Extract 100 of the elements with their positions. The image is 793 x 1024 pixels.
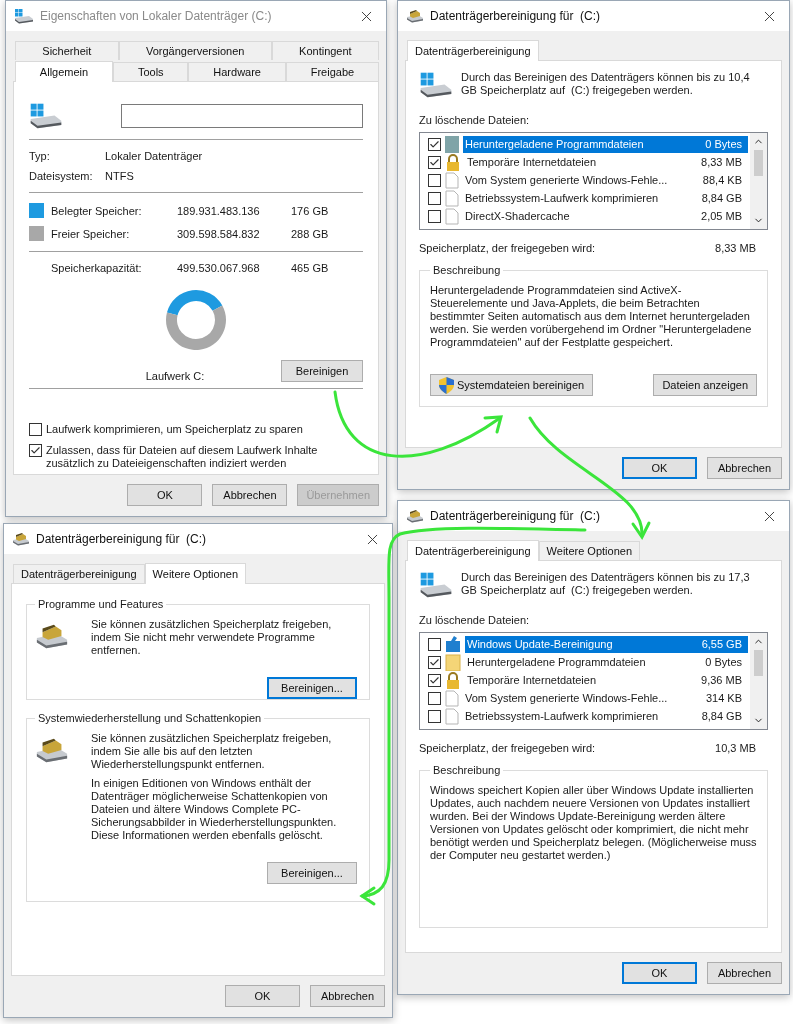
list-item[interactable]: Betriebssystem-Laufwerk komprimieren 8,84 GB (463, 707, 748, 725)
elevated-button[interactable]: Systemdateien bereinigen (430, 374, 594, 396)
checkbox[interactable] (428, 637, 441, 651)
group-title: Beschreibung (432, 264, 502, 277)
file-icon (445, 689, 459, 707)
file-name: DirectX-Shadercache (465, 210, 570, 223)
file-name: Temporäre Internetdateien (467, 156, 597, 169)
checkbox-label: Zulassen, dass für Dateien auf diesem Laufwerk Inhalte zusätzlich zu Dateieigenschaften indiziert werden (46, 444, 319, 470)
scroll-thumb[interactable] (754, 150, 763, 177)
dialog-button[interactable]: Abbrechen (212, 484, 288, 506)
file-name: Temporäre Internetdateien (467, 674, 597, 687)
dialog-button[interactable]: OK (622, 457, 697, 479)
size-value: 288 GB (291, 227, 330, 240)
checkbox[interactable] (428, 691, 441, 705)
cleanup-button[interactable]: Bereinigen... (267, 677, 357, 699)
freed-value: 10,3 MB (715, 742, 756, 755)
file-size: 9,36 MB (701, 674, 742, 687)
cleanup-icon (406, 9, 424, 23)
tab[interactable]: Datenträgerbereinigung (13, 564, 145, 583)
intro-text: Durch das Bereinigen des Datenträgers können bis zu 17,3 GB Speicherplatz auf (C:) freigegeben werden. (461, 571, 751, 597)
file-size: 0 Bytes (705, 138, 742, 151)
tab[interactable]: Sicherheit (15, 41, 119, 60)
checkbox-label: Laufwerk komprimieren, um Speicherplatz zu sparen (46, 423, 303, 436)
group-title: Systemwiederherstellung und Schattenkopien (37, 712, 263, 724)
checkbox[interactable] (428, 137, 441, 151)
dialog-button[interactable]: Abbrechen (707, 962, 782, 984)
checkbox[interactable] (428, 209, 441, 223)
drive-icon (14, 8, 34, 24)
section-label: Zu löschende Dateien: (419, 614, 531, 627)
file-size: 0 Bytes (705, 656, 742, 669)
tab[interactable]: Weitere Optionen (538, 541, 640, 560)
group-title: Programme und Features (37, 598, 165, 610)
field-label: Freier Speicher: (51, 227, 131, 240)
checkbox[interactable] (29, 423, 42, 436)
file-size: 88,4 KB (702, 174, 742, 187)
dialog-button[interactable]: Abbrechen (707, 457, 782, 479)
cleanup-button[interactable]: Bereinigen... (267, 862, 357, 884)
file-icon (445, 207, 459, 225)
tab[interactable]: Allgemein (15, 61, 114, 82)
action-button[interactable]: Dateien anzeigen (653, 374, 757, 396)
drive-icon (419, 571, 453, 599)
file-size: 314 KB (705, 692, 742, 705)
window-title: Datenträgerbereinigung für (C:) (430, 9, 602, 23)
field-value: Lokaler Datenträger (105, 150, 204, 163)
byte-count: 309.598.584.832 (177, 227, 261, 240)
info-text: Sie können zusätzlichen Speicherplatz freigeben, indem Sie alle bis auf den letzten Wiederherstellungspunkt entfernen. (91, 732, 333, 771)
dialog-button[interactable]: OK (622, 962, 697, 984)
list-item[interactable]: Windows Update-Bereinigung 6,55 GB (465, 635, 748, 653)
tab[interactable]: Datenträgerbereinigung (407, 40, 539, 61)
cleanup-icon (12, 532, 30, 546)
shield-icon (439, 376, 454, 394)
scrollbar[interactable] (750, 133, 767, 230)
tab[interactable]: Hardware (188, 62, 286, 81)
dialog-button[interactable]: OK (225, 985, 300, 1007)
checkbox[interactable] (428, 173, 441, 187)
list-item[interactable]: Heruntergeladene Programmdateien 0 Bytes (465, 653, 748, 671)
file-name: Betriebssystem-Laufwerk komprimieren (465, 192, 659, 205)
list-item[interactable]: Vom System generierte Windows-Fehle... 88,4 KB (463, 171, 748, 189)
scroll-thumb[interactable] (754, 650, 763, 677)
window-title: Datenträgerbereinigung für (C:) (36, 532, 208, 546)
file-name: Heruntergeladene Programmdateien (467, 656, 646, 669)
description-text: Windows speichert Kopien aller über Windows Update installierten Updates, auch nachdem neuere Versionen von Updates installiert wurden. Bei der Windows Update-Bereinigung werden ältere Versionen von Updates gelöscht oder komprimiert, die nicht mehr benötigt werden und Speicherplatz belegen. (Möglicherweise muss der Computer neu gestartet werden.) (430, 784, 757, 863)
field-label: Typ: (29, 150, 51, 163)
cleanup-button[interactable]: Bereinigen (281, 360, 363, 383)
list-item[interactable]: Temporäre Internetdateien 9,36 MB (465, 671, 748, 689)
list-item[interactable]: Betriebssystem-Laufwerk komprimieren 8,84 GB (463, 189, 748, 207)
checkbox[interactable] (428, 155, 441, 169)
freed-label: Speicherplatz, der freigegeben wird: (419, 242, 596, 255)
cleanup-icon (406, 509, 424, 523)
description-text: Heruntergeladende Programmdateien sind ActiveX-Steuerelemente und Java-Applets, die beim Betrachten bestimmter Seiten automatisch aus dem Internet heruntergeladen werden. Sie werden vorübergehend im Ordner "Heruntergeladene Programmdateien" auf der Festplatte gespeichert. (430, 284, 753, 350)
byte-count: 499.530.067.968 (177, 262, 261, 275)
checkbox[interactable] (428, 655, 441, 669)
size-value: 465 GB (291, 262, 330, 275)
byte-count: 189.931.483.136 (177, 204, 261, 217)
intro-text: Durch das Bereinigen des Datenträgers können bis zu 10,4 GB Speicherplatz auf (C:) freigegeben werden. (461, 71, 751, 97)
file-name: Heruntergeladene Programmdateien (465, 138, 644, 151)
dialog-button[interactable]: OK (127, 484, 203, 506)
tab[interactable]: Vorgängerversionen (118, 41, 272, 60)
scrollbar[interactable] (750, 633, 767, 730)
tab[interactable]: Weitere Optionen (144, 563, 246, 584)
field-value: NTFS (105, 170, 135, 183)
tab[interactable]: Tools (113, 62, 189, 81)
checkbox[interactable] (428, 191, 441, 205)
list-item[interactable]: Temporäre Internetdateien 8,33 MB (465, 153, 748, 171)
dialog-button[interactable]: Abbrechen (310, 985, 385, 1007)
checkbox[interactable] (428, 709, 441, 723)
checkbox[interactable] (428, 673, 441, 687)
tab[interactable]: Freigabe (285, 62, 379, 81)
file-size: 2,05 MB (701, 210, 742, 223)
checkbox[interactable] (29, 444, 42, 457)
list-item[interactable]: Vom System generierte Windows-Fehle... 314 KB (463, 689, 748, 707)
list-item[interactable]: Heruntergeladene Programmdateien 0 Bytes (463, 135, 748, 153)
freed-label: Speicherplatz, der freigegeben wird: (419, 742, 596, 755)
file-icon (445, 189, 459, 207)
field-label: Speicherkapazität: (51, 262, 143, 275)
info-text: Sie können zusätzlichen Speicherplatz freigeben, indem Sie nicht mehr verwendete Programme entfernen. (91, 618, 333, 657)
tab[interactable]: Datenträgerbereinigung (407, 540, 539, 561)
tab[interactable]: Kontingent (271, 41, 379, 60)
name-field[interactable] (121, 103, 363, 128)
list-item[interactable]: DirectX-Shadercache 2,05 MB (463, 207, 748, 225)
